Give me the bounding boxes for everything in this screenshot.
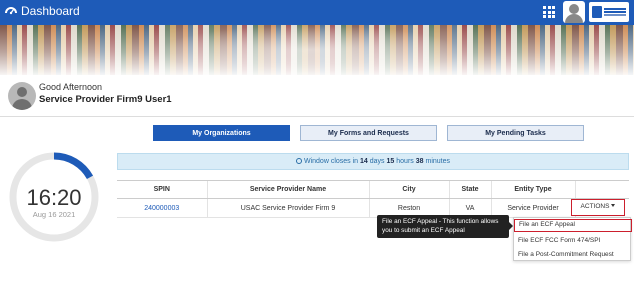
tooltip: File an ECF Appeal - This function allow… [377, 215, 513, 238]
user-avatar-icon[interactable] [563, 1, 585, 23]
tab-my-forms-and-requests[interactable]: My Forms and Requests [300, 125, 437, 141]
clock-icon [295, 158, 302, 164]
window-minutes: 38 [415, 158, 424, 165]
actions-dropdown-button[interactable]: ACTIONS [571, 199, 625, 216]
apps-grid-icon[interactable] [543, 6, 555, 18]
clock-date: Aug 16 2021 [32, 210, 76, 219]
tooltip-arrow [509, 222, 513, 230]
column-header-entity-type: Entity Type [490, 180, 575, 199]
table-header-row: SPIN Service Provider Name City State En… [117, 180, 629, 199]
column-header-state: State [448, 180, 491, 199]
window-days-unit: days [369, 158, 385, 165]
window-hours-unit: hours [396, 158, 414, 165]
actions-label: ACTIONS [580, 203, 610, 210]
avatar [8, 82, 36, 110]
column-header-provider-name: Service Provider Name [206, 180, 369, 199]
user-name: Service Provider Firm9 User1 [39, 94, 172, 105]
dashboard-link[interactable]: Dashboard [5, 4, 80, 18]
column-header-spin: SPIN [117, 180, 207, 199]
organizations-table: SPIN Service Provider Name City State En… [117, 180, 629, 218]
column-header-actions [574, 180, 629, 199]
actions-menu: File an ECF Appeal File ECF FCC Form 474… [513, 217, 632, 261]
menu-item-file-ecf-appeal[interactable]: File an ECF Appeal [514, 219, 632, 232]
dashboard-icon [5, 7, 17, 15]
spin-link[interactable]: 240000003 [144, 205, 179, 212]
window-prefix: Window closes in [303, 158, 359, 165]
menu-item-file-post-commitment-request[interactable]: File a Post-Commitment Request [514, 248, 632, 261]
window-notice: Window closes in 14 days 15 hours 38 min… [117, 153, 629, 170]
top-nav-bar: Dashboard [0, 0, 634, 25]
app-title: Dashboard [21, 4, 80, 18]
greeting-section: Good Afternoon Service Provider Firm9 Us… [0, 75, 634, 117]
menu-item-file-ecf-fcc-form-474[interactable]: File ECF FCC Form 474/SPI [514, 234, 632, 247]
window-days: 14 [360, 158, 368, 165]
caret-down-icon [611, 204, 616, 207]
agency-logo [589, 2, 629, 22]
greeting-text: Good Afternoon [39, 82, 103, 92]
tab-my-organizations[interactable]: My Organizations [153, 125, 290, 141]
spin-cell: 240000003 [117, 198, 207, 218]
tab-my-pending-tasks[interactable]: My Pending Tasks [447, 125, 584, 141]
tooltip-text: File an ECF Appeal - This function allow… [382, 218, 499, 234]
window-hours: 15 [386, 158, 395, 165]
window-minutes-unit: minutes [425, 158, 450, 165]
hero-banner [0, 25, 634, 75]
column-header-city: City [368, 180, 449, 199]
clock-time: 16:20 [26, 185, 82, 210]
table-row: 240000003 USAC Service Provider Firm 9 R… [117, 198, 629, 218]
provider-name-cell: USAC Service Provider Firm 9 [206, 198, 369, 218]
